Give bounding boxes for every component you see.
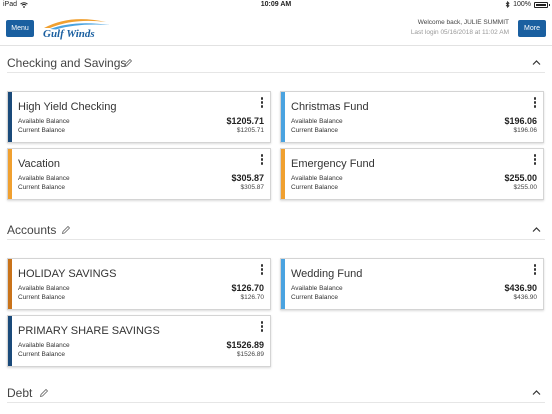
account-name: Emergency Fund	[291, 158, 375, 170]
account-card-christmas-fund[interactable]: Christmas Fund Available Balance Current…	[280, 91, 544, 143]
gulf-winds-logo: Gulf Winds	[40, 16, 112, 44]
chevron-up-icon[interactable]	[532, 59, 541, 66]
status-right: 100%	[505, 1, 550, 8]
account-card-high-yield-checking[interactable]: High Yield Checking Available Balance Cu…	[7, 91, 271, 143]
available-balance-label: Available Balance	[291, 175, 343, 182]
account-name: Christmas Fund	[291, 101, 369, 113]
kebab-menu-icon[interactable]	[260, 154, 264, 166]
current-balance-value: $436.90	[513, 294, 538, 301]
section-title: Accounts	[7, 223, 57, 237]
kebab-menu-icon[interactable]	[260, 264, 264, 276]
section-title: Checking and Savings	[7, 56, 127, 70]
account-card-emergency-fund[interactable]: Emergency Fund Available Balance Current…	[280, 148, 544, 200]
kebab-menu-icon[interactable]	[260, 321, 264, 333]
current-balance-label: Current Balance	[291, 294, 338, 301]
available-balance-label: Available Balance	[291, 285, 343, 292]
card-stripe	[8, 259, 12, 309]
section-title: Debt	[7, 386, 33, 400]
logo-text: Gulf Winds	[43, 28, 95, 40]
section-accounts: Accounts	[7, 220, 545, 240]
current-balance-label: Current Balance	[291, 184, 338, 191]
account-card-wedding-fund[interactable]: Wedding Fund Available Balance Current B…	[280, 258, 544, 310]
last-login-text: Last login 05/16/2018 at 11:02 AM	[410, 29, 509, 36]
account-card-vacation[interactable]: Vacation Available Balance Current Balan…	[7, 148, 271, 200]
welcome-text: Welcome back, JULIE SUMMIT	[417, 19, 509, 26]
current-balance-label: Current Balance	[18, 184, 65, 191]
current-balance-value: $196.06	[513, 127, 538, 134]
account-name: Vacation	[18, 158, 60, 170]
kebab-menu-icon[interactable]	[533, 97, 537, 109]
kebab-menu-icon[interactable]	[260, 97, 264, 109]
card-stripe	[8, 149, 12, 199]
status-time: 10:09 AM	[260, 1, 292, 8]
account-name: Wedding Fund	[291, 268, 363, 280]
pencil-icon[interactable]	[39, 388, 49, 398]
available-balance-label: Available Balance	[18, 118, 70, 125]
current-balance-label: Current Balance	[18, 127, 65, 134]
available-balance-value: $196.06	[504, 116, 537, 126]
battery-icon	[534, 1, 550, 8]
card-stripe	[8, 92, 12, 142]
kebab-menu-icon[interactable]	[533, 154, 537, 166]
available-balance-value: $305.87	[231, 173, 264, 183]
available-balance-value: $1205.71	[226, 116, 264, 126]
battery-percent: 100%	[513, 1, 531, 8]
current-balance-value: $126.70	[240, 294, 265, 301]
current-balance-value: $255.00	[513, 184, 538, 191]
kebab-menu-icon[interactable]	[533, 264, 537, 276]
available-balance-value: $1526.89	[226, 340, 264, 350]
available-balance-value: $255.00	[504, 173, 537, 183]
available-balance-label: Available Balance	[18, 175, 70, 182]
section-checking-savings: Checking and Savings	[7, 53, 545, 73]
account-card-holiday-savings[interactable]: HOLIDAY SAVINGS Available Balance Curren…	[7, 258, 271, 310]
card-stripe	[281, 259, 285, 309]
more-button[interactable]: More	[518, 20, 546, 37]
available-balance-label: Available Balance	[18, 342, 70, 349]
available-balance-value: $436.90	[504, 283, 537, 293]
available-balance-value: $126.70	[231, 283, 264, 293]
current-balance-label: Current Balance	[291, 127, 338, 134]
bluetooth-icon	[505, 1, 510, 8]
current-balance-value: $305.87	[240, 184, 265, 191]
account-name: HOLIDAY SAVINGS	[18, 268, 117, 280]
menu-button[interactable]: Menu	[6, 20, 34, 37]
welcome-block: Welcome back, JULIE SUMMIT Last login 05…	[411, 19, 509, 36]
available-balance-label: Available Balance	[18, 285, 70, 292]
card-stripe	[281, 149, 285, 199]
chevron-up-icon[interactable]	[532, 226, 541, 233]
pencil-icon[interactable]	[123, 58, 133, 68]
current-balance-label: Current Balance	[18, 294, 65, 301]
current-balance-value: $1526.89	[236, 351, 264, 358]
pencil-icon[interactable]	[61, 225, 71, 235]
status-bar: iPad 10:09 AM 100%	[0, 0, 552, 11]
account-card-primary-share-savings[interactable]: PRIMARY SHARE SAVINGS Available Balance …	[7, 315, 271, 367]
current-balance-value: $1205.71	[236, 127, 264, 134]
available-balance-label: Available Balance	[291, 118, 343, 125]
current-balance-label: Current Balance	[18, 351, 65, 358]
chevron-up-icon[interactable]	[532, 389, 541, 396]
account-name: High Yield Checking	[18, 101, 117, 113]
account-name: PRIMARY SHARE SAVINGS	[18, 325, 160, 337]
app-header: Menu Gulf Winds Welcome back, JULIE SUMM…	[0, 11, 552, 46]
card-stripe	[8, 316, 12, 366]
card-stripe	[281, 92, 285, 142]
section-debt: Debt	[7, 383, 545, 403]
